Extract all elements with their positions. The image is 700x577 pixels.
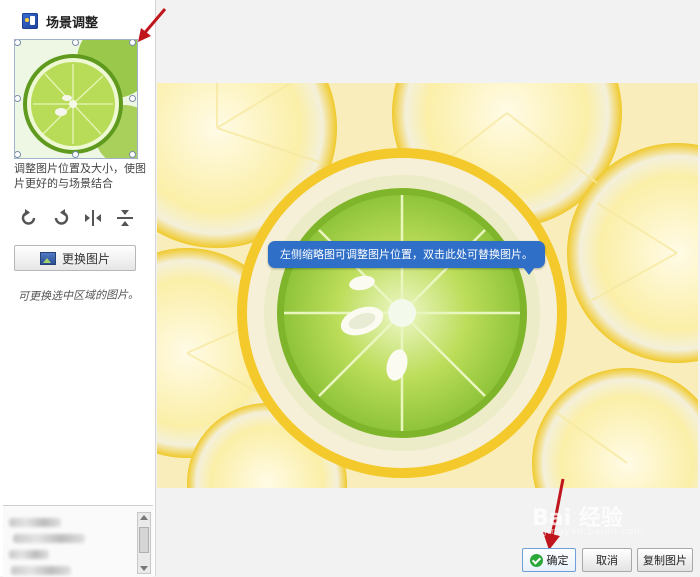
thumbnail-image bbox=[15, 40, 137, 158]
panel-header: 场景调整 bbox=[22, 10, 98, 32]
replace-image-button[interactable]: 更换图片 bbox=[14, 245, 136, 271]
handwritten-note: 可更换选中区域的图片。 bbox=[17, 287, 140, 304]
sidebar: 场景调整 调整图片位置及大小，使图片更好的与场景结合 更换图片 可更换选中区域的… bbox=[0, 0, 167, 577]
scroll-thumb[interactable] bbox=[139, 527, 149, 553]
resize-handle[interactable] bbox=[72, 40, 79, 46]
scene-list[interactable] bbox=[3, 505, 153, 577]
ok-button[interactable]: 确定 bbox=[522, 548, 576, 572]
scroll-up-icon[interactable] bbox=[140, 515, 148, 520]
scene-preview[interactable]: 左侧缩略图可调整图片位置，双击此处可替换图片。 bbox=[157, 83, 698, 488]
copy-image-label: 复制图片 bbox=[643, 554, 687, 567]
tooltip-text: 左侧缩略图可调整图片位置，双击此处可替换图片。 bbox=[280, 248, 533, 261]
rotate-right-button[interactable] bbox=[50, 207, 72, 229]
list-item[interactable] bbox=[11, 566, 71, 575]
list-item[interactable] bbox=[9, 550, 49, 559]
ok-label: 确定 bbox=[546, 554, 569, 567]
scroll-down-icon[interactable] bbox=[140, 566, 148, 571]
flip-vertical-button[interactable] bbox=[114, 207, 136, 229]
replace-image-label: 更换图片 bbox=[61, 251, 110, 266]
rotate-left-icon bbox=[21, 209, 36, 225]
cancel-button[interactable]: 取消 bbox=[582, 548, 632, 572]
flip-horizontal-icon bbox=[85, 210, 101, 226]
resize-handle[interactable] bbox=[15, 95, 21, 102]
help-text: 调整图片位置及大小，使图片更好的与场景结合 bbox=[14, 162, 146, 190]
preview-tooltip: 左侧缩略图可调整图片位置，双击此处可替换图片。 bbox=[268, 241, 545, 275]
rotate-right-icon bbox=[54, 209, 69, 225]
check-icon bbox=[529, 553, 543, 567]
annotation-arrow bbox=[138, 8, 167, 42]
cancel-label: 取消 bbox=[596, 554, 618, 567]
transform-toolbar bbox=[18, 207, 136, 229]
rotate-left-button[interactable] bbox=[18, 207, 40, 229]
resize-handle[interactable] bbox=[15, 40, 21, 46]
resize-handle[interactable] bbox=[129, 95, 136, 102]
watermark-url: jingyan.baidu.com bbox=[544, 527, 645, 537]
resize-handle[interactable] bbox=[129, 151, 136, 158]
resize-handle[interactable] bbox=[72, 151, 79, 158]
list-item[interactable] bbox=[9, 518, 61, 527]
flip-horizontal-button[interactable] bbox=[82, 207, 104, 229]
flip-vertical-icon bbox=[117, 210, 133, 226]
list-scrollbar[interactable] bbox=[137, 512, 151, 574]
scene-adjust-icon bbox=[22, 13, 38, 29]
list-item[interactable] bbox=[13, 534, 85, 543]
image-icon bbox=[39, 251, 56, 265]
resize-handle[interactable] bbox=[15, 151, 21, 158]
panel-title: 场景调整 bbox=[46, 15, 99, 31]
thumbnail-crop-area[interactable] bbox=[14, 39, 138, 159]
lemon-scene-image bbox=[157, 83, 698, 488]
copy-image-button[interactable]: 复制图片 bbox=[637, 548, 693, 572]
